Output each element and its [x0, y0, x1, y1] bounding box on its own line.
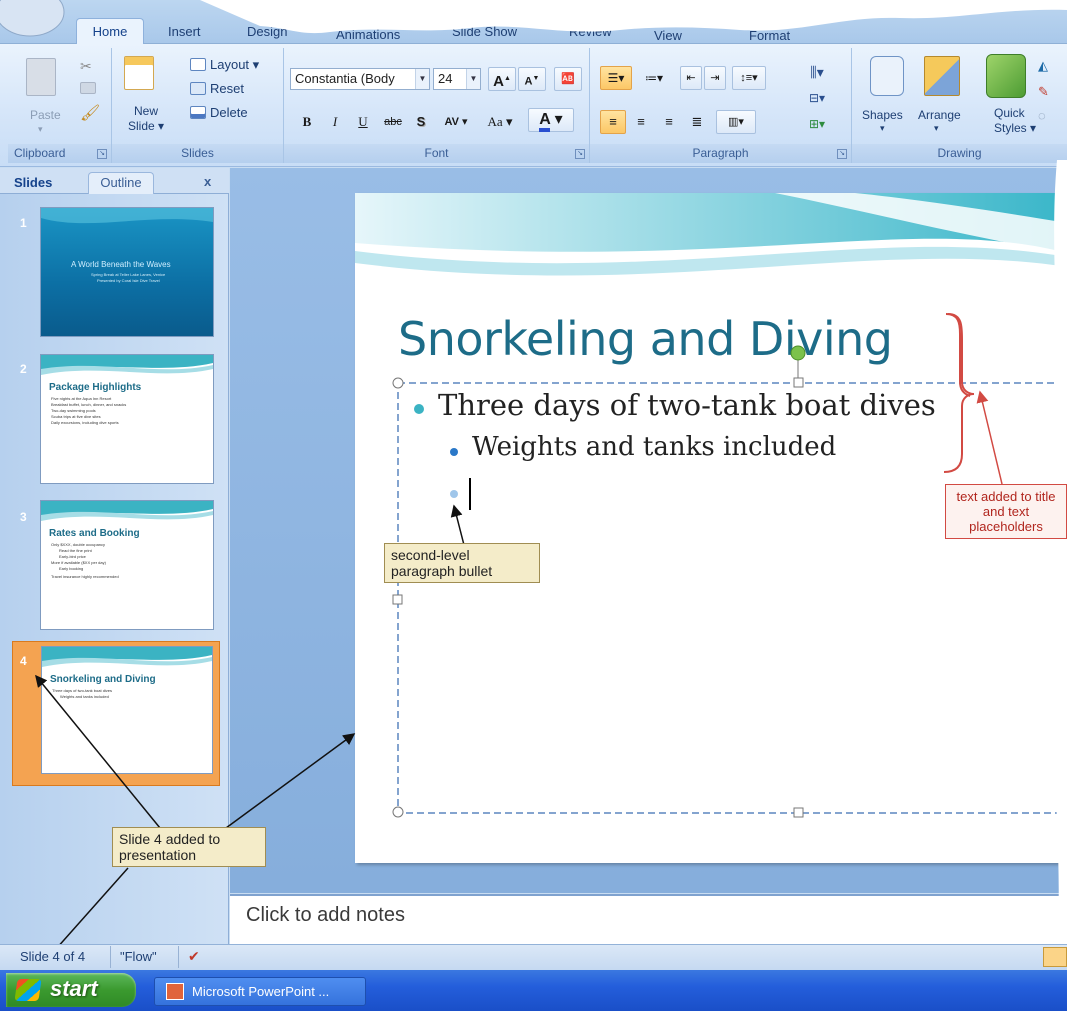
status-divider [178, 946, 179, 968]
windows-logo-icon [14, 979, 42, 1001]
callout-slide-added: Slide 4 added to presentation [112, 827, 266, 867]
normal-view-icon[interactable] [1043, 947, 1067, 967]
taskbar-app-label[interactable]: Microsoft PowerPoint ... [192, 984, 329, 999]
start-label[interactable]: start [50, 976, 98, 1002]
callout-second-level-bullet: second-level paragraph bullet [384, 543, 540, 583]
status-bar [0, 944, 1067, 970]
status-divider [110, 946, 111, 968]
callout-text-added: text added to title and text placeholder… [945, 484, 1067, 539]
spelling-check-icon[interactable]: ✔ [188, 948, 208, 966]
theme-name: "Flow" [120, 949, 157, 964]
title-bracket [945, 313, 971, 397]
slide-counter: Slide 4 of 4 [20, 949, 86, 964]
powerpoint-icon [166, 983, 184, 1000]
